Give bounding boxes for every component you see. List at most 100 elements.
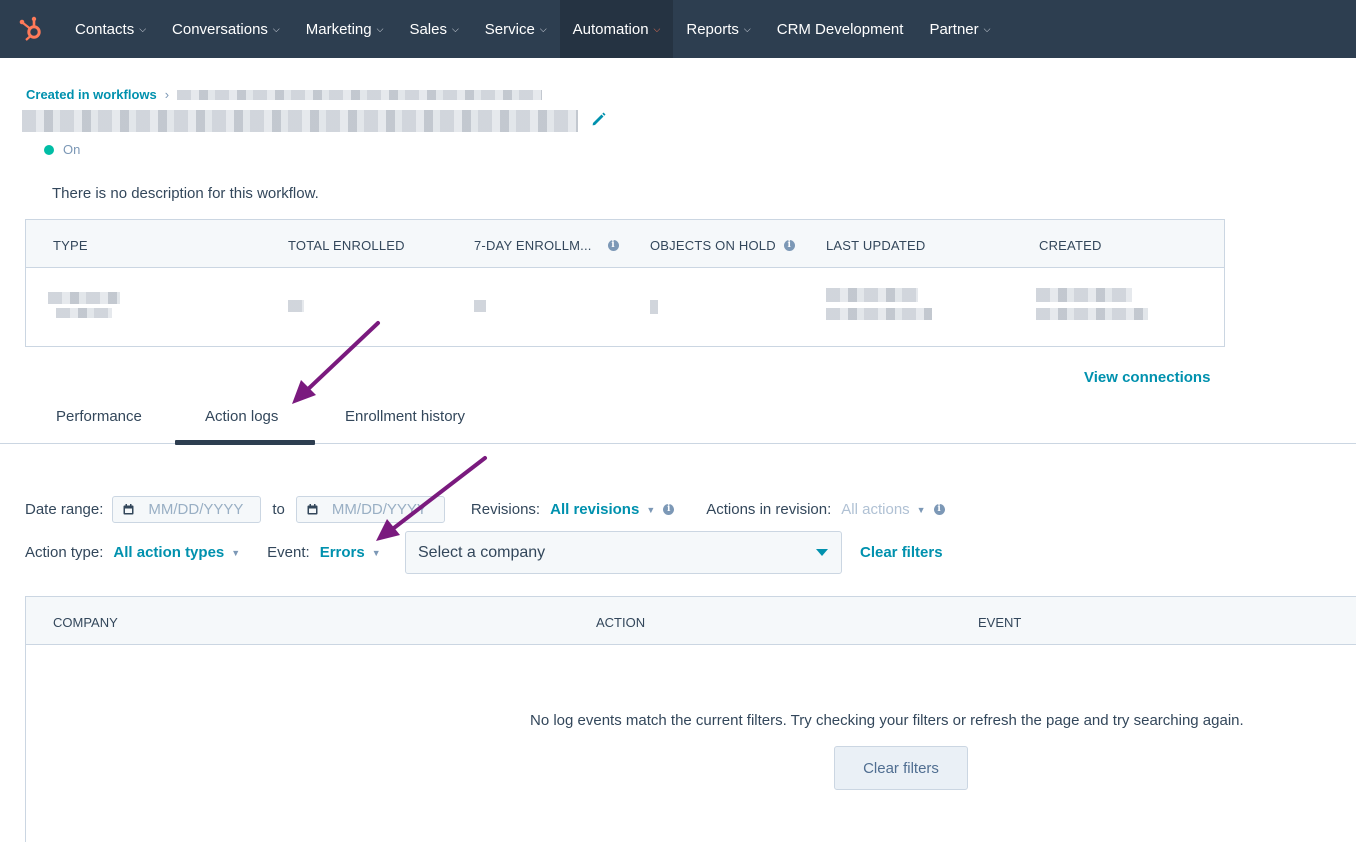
nav-reports[interactable]: Reports ⌵ bbox=[673, 0, 763, 58]
column-header-action: ACTION bbox=[596, 615, 646, 630]
logs-header-row: COMPANY ACTION EVENT bbox=[26, 597, 1356, 645]
calendar-icon bbox=[307, 504, 318, 515]
column-header-created: CREATED bbox=[1039, 238, 1102, 253]
action-type-value: All action types bbox=[113, 544, 225, 561]
redacted-on-hold-value bbox=[650, 300, 658, 314]
column-header-label: TOTAL ENROLLED bbox=[288, 238, 405, 253]
nav-label: Reports bbox=[686, 20, 739, 38]
redacted-total-enrolled-value bbox=[288, 300, 304, 312]
filter-row-types: Action type: All action types ▼ Event: Er… bbox=[25, 544, 381, 561]
redacted-7-day-value bbox=[474, 300, 486, 312]
redacted-created-value bbox=[1036, 308, 1148, 320]
tab-bar: Performance Action logs Enrollment histo… bbox=[0, 395, 1356, 444]
start-date-placeholder: MM/DD/YYYY bbox=[148, 501, 244, 518]
chevron-down-icon: ⌵ bbox=[653, 23, 661, 34]
clear-filters-link[interactable]: Clear filters bbox=[860, 544, 943, 561]
nav-automation[interactable]: Automation ⌵ bbox=[559, 0, 674, 58]
redacted-last-updated-value bbox=[826, 308, 932, 320]
stats-header-row: TYPE TOTAL ENROLLED 7-DAY ENROLLM... i OB… bbox=[26, 220, 1224, 268]
status-dot-icon bbox=[44, 144, 54, 155]
workflow-status: On bbox=[44, 142, 80, 157]
nav-label: Partner bbox=[929, 20, 979, 38]
chevron-down-icon: ⌵ bbox=[743, 23, 751, 34]
chevron-down-icon: ⌵ bbox=[539, 23, 547, 34]
chevron-down-icon: ⌵ bbox=[376, 23, 384, 34]
nav-marketing[interactable]: Marketing ⌵ bbox=[293, 0, 397, 58]
column-header-event: EVENT bbox=[978, 615, 1022, 630]
nav-label: Automation bbox=[572, 20, 649, 38]
info-icon[interactable]: i bbox=[607, 240, 619, 251]
nav-crm-development[interactable]: CRM Development bbox=[764, 0, 917, 58]
tab-performance[interactable]: Performance bbox=[56, 408, 142, 425]
breadcrumb-link[interactable]: Created in workflows bbox=[26, 87, 157, 102]
chevron-down-icon: ⌵ bbox=[983, 23, 991, 34]
company-select-placeholder: Select a company bbox=[418, 543, 546, 561]
action-type-label: Action type: bbox=[25, 544, 104, 561]
revisions-label: Revisions: bbox=[470, 501, 541, 518]
stats-row bbox=[26, 268, 1224, 346]
caret-down-icon bbox=[816, 549, 828, 556]
pencil-edit-icon[interactable] bbox=[590, 110, 608, 128]
redacted-last-updated-value bbox=[826, 288, 918, 302]
action-logs-table: COMPANY ACTION EVENT No log events match… bbox=[25, 596, 1356, 842]
nav-conversations[interactable]: Conversations ⌵ bbox=[159, 0, 293, 58]
end-date-placeholder: MM/DD/YYYY bbox=[331, 501, 427, 518]
caret-down-icon: ▼ bbox=[646, 504, 656, 515]
tab-action-logs[interactable]: Action logs bbox=[205, 408, 278, 425]
column-header-company: COMPANY bbox=[53, 615, 118, 630]
revisions-dropdown[interactable]: All revisions ▼ bbox=[550, 501, 655, 518]
tab-enrollment-history[interactable]: Enrollment history bbox=[345, 408, 465, 425]
column-header-label: LAST UPDATED bbox=[826, 238, 926, 253]
breadcrumb: Created in workflows › bbox=[26, 87, 543, 102]
nav-sales[interactable]: Sales ⌵ bbox=[396, 0, 471, 58]
revisions-value: All revisions bbox=[550, 501, 640, 518]
column-header-last-updated: LAST UPDATED bbox=[826, 238, 925, 253]
nav-label: Contacts bbox=[75, 20, 135, 38]
end-date-input[interactable]: MM/DD/YYYY bbox=[295, 496, 445, 523]
workflow-stats-table: TYPE TOTAL ENROLLED 7-DAY ENROLLM... i OB… bbox=[25, 219, 1225, 347]
empty-state-message: No log events match the current filters.… bbox=[530, 712, 1244, 729]
nav-label: Marketing bbox=[305, 20, 372, 38]
calendar-icon bbox=[123, 504, 134, 515]
to-label: to bbox=[272, 501, 285, 518]
column-header-label: CREATED bbox=[1039, 238, 1102, 253]
column-header-total-enrolled: TOTAL ENROLLED bbox=[288, 238, 405, 253]
caret-down-icon: ▼ bbox=[371, 547, 381, 558]
redacted-type-value bbox=[48, 292, 120, 304]
nav-service[interactable]: Service ⌵ bbox=[472, 0, 560, 58]
event-dropdown[interactable]: Errors ▼ bbox=[320, 544, 381, 561]
actions-in-revision-label: Actions in revision: bbox=[706, 501, 832, 518]
active-tab-indicator bbox=[175, 440, 315, 445]
event-value: Errors bbox=[319, 544, 365, 561]
actions-in-revision-value: All actions bbox=[841, 501, 910, 518]
caret-down-icon: ▼ bbox=[231, 547, 241, 558]
view-connections-link[interactable]: View connections bbox=[1084, 369, 1210, 386]
nav-label: Service bbox=[484, 20, 535, 38]
info-icon[interactable]: i bbox=[933, 504, 945, 515]
top-navigation: Contacts ⌵ Conversations ⌵ Marketing ⌵ Sale… bbox=[0, 0, 1356, 58]
action-type-dropdown[interactable]: All action types ▼ bbox=[113, 544, 240, 561]
column-header-type: TYPE bbox=[53, 238, 88, 253]
info-icon[interactable]: i bbox=[783, 240, 795, 251]
status-label: On bbox=[63, 142, 81, 157]
column-header-objects-on-hold: OBJECTS ON HOLD i bbox=[650, 238, 795, 253]
event-label: Event: bbox=[267, 544, 310, 561]
redacted-created-value bbox=[1036, 288, 1132, 302]
nav-label: Sales bbox=[409, 20, 447, 38]
chevron-right-icon: › bbox=[164, 87, 170, 102]
chevron-down-icon: ⌵ bbox=[451, 23, 459, 34]
column-header-7-day-enrollment: 7-DAY ENROLLM... i bbox=[474, 238, 619, 253]
filter-row-dates: Date range: MM/DD/YYYY to MM/DD/YYYY Rev… bbox=[25, 496, 945, 523]
hubspot-logo[interactable] bbox=[0, 0, 62, 58]
info-icon[interactable]: i bbox=[663, 504, 675, 515]
start-date-input[interactable]: MM/DD/YYYY bbox=[112, 496, 262, 523]
nav-label: Conversations bbox=[172, 20, 268, 38]
clear-filters-button[interactable]: Clear filters bbox=[834, 746, 968, 790]
company-select[interactable]: Select a company bbox=[405, 531, 842, 574]
nav-partner[interactable]: Partner ⌵ bbox=[916, 0, 1003, 58]
nav-label: CRM Development bbox=[776, 20, 904, 38]
actions-in-revision-dropdown[interactable]: All actions ▼ bbox=[841, 501, 925, 518]
nav-contacts[interactable]: Contacts ⌵ bbox=[62, 0, 159, 58]
column-header-label: TYPE bbox=[53, 238, 88, 253]
redacted-type-value bbox=[56, 308, 112, 318]
